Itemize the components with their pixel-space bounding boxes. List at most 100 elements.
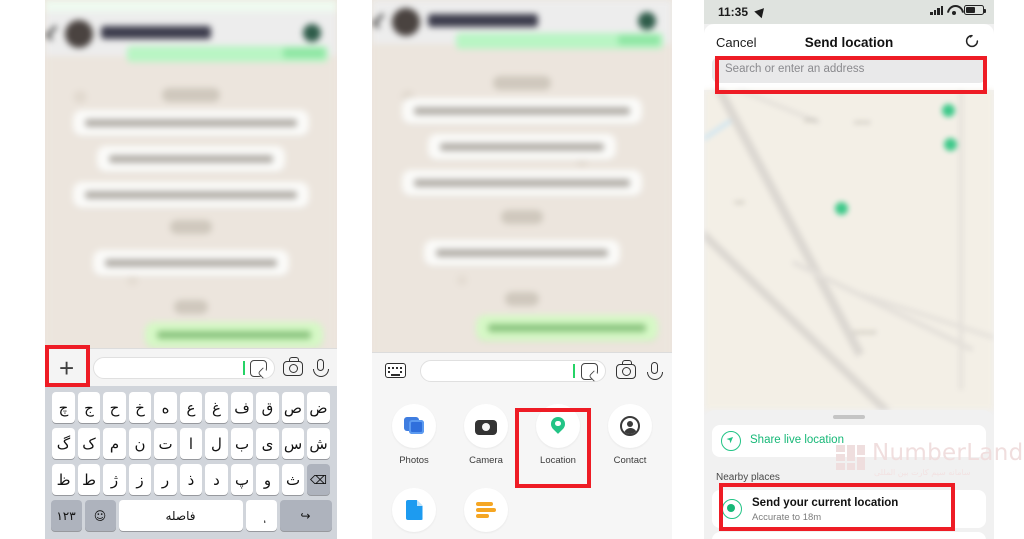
attachment-poll[interactable] (450, 488, 522, 532)
key-ک[interactable]: ک (77, 428, 101, 459)
key-م[interactable]: م (103, 428, 126, 459)
camera-icon[interactable] (283, 357, 303, 376)
key-ی[interactable]: ی (256, 428, 279, 459)
keyboard-icon[interactable] (385, 363, 406, 378)
key-ص[interactable]: ص (281, 392, 305, 423)
key-ش[interactable]: ش (307, 428, 330, 459)
dictation-key[interactable]: ٖ (245, 500, 277, 531)
key-ا[interactable]: ا (179, 428, 203, 459)
key-ر[interactable]: ر (154, 464, 177, 495)
location-arrow-icon (754, 4, 768, 19)
backspace-key[interactable]: ⌫ (307, 464, 330, 495)
date-divider (493, 76, 551, 90)
attachment-label: Camera (469, 455, 503, 466)
document-icon (405, 500, 423, 520)
key-ح[interactable]: ح (103, 392, 126, 423)
attachment-empty-b (594, 488, 666, 532)
panel-chat-keyboard: + چجحخهعغفقصض گکمنتالبیسش ظطژزرذدپوث ⌫ ۱… (45, 0, 337, 539)
key-ل[interactable]: ل (205, 428, 228, 459)
date-divider (162, 88, 220, 102)
key-ت[interactable]: ت (154, 428, 177, 459)
key-ج[interactable]: ج (77, 392, 101, 423)
outgoing-bubble-tail (283, 48, 326, 58)
composer-bar-2 (372, 352, 672, 388)
sticker-icon[interactable] (250, 360, 267, 377)
return-key[interactable]: ↪ (279, 500, 332, 531)
back-arrow-icon[interactable] (45, 25, 61, 41)
attachment-contact[interactable]: Contact (594, 404, 666, 466)
persian-keyboard[interactable]: چجحخهعغفقصض گکمنتالبیسش ظطژزرذدپوث ⌫ ۱۲۳… (45, 386, 337, 539)
map-marker[interactable] (944, 138, 957, 151)
key-ع[interactable]: ع (179, 392, 203, 423)
key-ف[interactable]: ف (230, 392, 254, 423)
contact-name-blurred (428, 14, 538, 27)
key-ظ[interactable]: ظ (52, 464, 75, 495)
text-caret (243, 361, 245, 375)
attachment-photos[interactable]: Photos (378, 404, 450, 466)
sticker-icon[interactable] (581, 363, 598, 380)
space-key[interactable]: فاصله (118, 500, 243, 531)
attachment-empty-a (522, 488, 594, 532)
keyboard-row-1: چجحخهعغفقصض (45, 392, 337, 423)
attachment-icon-circle (464, 404, 508, 448)
map-marker[interactable] (942, 104, 955, 117)
camera-icon[interactable] (616, 360, 636, 379)
message-bubble (73, 182, 309, 208)
key-ژ[interactable]: ژ (103, 464, 126, 495)
key-ب[interactable]: ب (230, 428, 254, 459)
key-د[interactable]: د (205, 464, 228, 495)
key-غ[interactable]: غ (205, 392, 228, 423)
key-ذ[interactable]: ذ (179, 464, 203, 495)
highlight-location-option (515, 408, 591, 488)
key-ز[interactable]: ز (128, 464, 152, 495)
share-live-label: Share live location (750, 434, 844, 446)
map-view[interactable]: street avenue road boulevard (704, 90, 994, 410)
avatar[interactable] (65, 20, 93, 48)
tutorial-screenshot-stage: + چجحخهعغفقصض گکمنتالبیسش ظطژزرذدپوث ⌫ ۱… (0, 0, 1024, 539)
message-bubble (424, 240, 620, 266)
message-bubble (93, 250, 289, 276)
map-road (959, 90, 963, 390)
attachment-icon-circle (608, 404, 652, 448)
keyboard-row-4: ۱۲۳ ☺ فاصله ٖ ↪ (45, 500, 337, 531)
message-input-2[interactable] (420, 360, 606, 382)
sheet-grabber[interactable] (833, 415, 865, 419)
key-ق[interactable]: ق (256, 392, 279, 423)
video-call-icon[interactable] (303, 24, 321, 42)
key-ث[interactable]: ث (281, 464, 305, 495)
attachment-document[interactable] (378, 488, 450, 532)
back-arrow-icon[interactable] (372, 13, 388, 29)
refresh-icon[interactable] (964, 33, 980, 49)
photos-icon (403, 417, 425, 435)
key-ط[interactable]: ط (77, 464, 101, 495)
numbers-key[interactable]: ۱۲۳ (50, 500, 82, 531)
mic-icon[interactable] (313, 359, 329, 377)
message-bubble (402, 98, 642, 124)
battery-icon (964, 5, 987, 15)
message-bubble-outgoing (476, 315, 658, 341)
attachment-row-2 (372, 488, 672, 532)
video-call-icon[interactable] (638, 12, 656, 30)
key-ه[interactable]: ه (154, 392, 177, 423)
key-پ[interactable]: پ (230, 464, 254, 495)
key-خ[interactable]: خ (128, 392, 152, 423)
wifi-icon (947, 5, 960, 15)
key-و[interactable]: و (256, 464, 279, 495)
attachment-icon-circle (392, 404, 436, 448)
map-road (791, 260, 974, 353)
attachment-label: Photos (399, 455, 429, 466)
key-ن[interactable]: ن (128, 428, 152, 459)
key-س[interactable]: س (281, 428, 305, 459)
avatar[interactable] (392, 8, 420, 36)
key-چ[interactable]: چ (52, 392, 75, 423)
message-input-1[interactable] (93, 357, 275, 379)
nearby-place-row-next[interactable] (712, 532, 986, 539)
share-live-location-row[interactable]: Share live location (712, 425, 986, 457)
attachment-camera[interactable]: Camera (450, 404, 522, 466)
map-marker-current[interactable] (835, 202, 848, 215)
status-bar: 11:35 (704, 0, 994, 24)
key-گ[interactable]: گ (52, 428, 75, 459)
key-ض[interactable]: ض (307, 392, 330, 423)
mic-icon[interactable] (647, 362, 663, 380)
emoji-key[interactable]: ☺ (84, 500, 116, 531)
